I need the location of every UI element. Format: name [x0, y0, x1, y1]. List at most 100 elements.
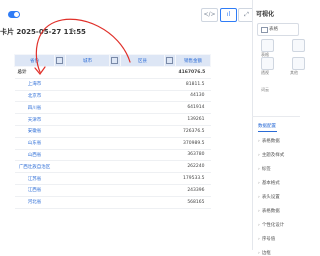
province-cell: 山东省 — [14, 137, 55, 150]
empty-cell — [109, 149, 121, 162]
vis-type-table[interactable] — [261, 39, 274, 52]
empty-cell — [109, 101, 121, 115]
header-city[interactable]: 城市 — [65, 54, 110, 67]
chevron-right-icon: › — [258, 167, 260, 172]
empty-cell — [54, 160, 66, 174]
header-expand[interactable] — [164, 54, 176, 67]
edit-title-icon[interactable]: ✎ — [70, 27, 76, 35]
table-row: 安徽省 726376.5 — [14, 125, 211, 138]
empty-cell — [65, 113, 110, 126]
tab-data-config[interactable]: 数据配置 — [258, 123, 276, 129]
empty-cell — [109, 172, 121, 185]
vis-type-pivot[interactable] — [292, 39, 305, 52]
total-value: 4167076.5 — [175, 66, 211, 79]
accordion-item[interactable]: › 个性化设计 — [258, 222, 284, 228]
province-cell: 上海市 — [14, 78, 55, 91]
vis-type-wordcloud[interactable] — [261, 57, 274, 70]
accordion-label: 序号值 — [261, 237, 276, 242]
table-row: 北京市 44130 — [14, 90, 211, 103]
accordion-item[interactable]: › 表格数据 — [258, 138, 280, 144]
header-district[interactable]: 区县 — [120, 54, 165, 67]
province-cell: 江西省 — [14, 184, 55, 197]
total-label: 总计 — [14, 66, 55, 79]
expand-icon — [110, 57, 118, 64]
empty-cell — [164, 149, 176, 162]
province-cell: 山西省 — [14, 149, 55, 162]
table-row: 山东省 370989.5 — [14, 137, 211, 150]
data-table: 省份 城市 区县 销售金额 总计 4167076.5 上海市 81811.5 北京市… — [14, 54, 211, 209]
table-row: 上海市 81811.5 — [14, 78, 211, 91]
empty-cell — [164, 137, 176, 150]
empty-cell — [164, 196, 176, 209]
province-cell: 四川省 — [14, 101, 55, 115]
empty-cell — [109, 113, 121, 126]
empty-cell — [120, 149, 165, 162]
accordion-item[interactable]: › 序号值 — [258, 236, 275, 242]
table-row: 天津市 139261 — [14, 113, 211, 126]
empty-cell — [65, 160, 110, 174]
empty-cell — [120, 196, 165, 209]
empty-cell — [54, 149, 66, 162]
table-row: 山西省 363780 — [14, 149, 211, 162]
empty-cell — [65, 137, 110, 150]
panel-title: 可视化 — [256, 11, 275, 18]
province-cell: 天津市 — [14, 113, 55, 126]
empty-cell — [54, 101, 66, 115]
sales-cell: 568165 — [175, 196, 211, 209]
total-row: 总计 4167076.5 — [14, 66, 211, 79]
accordion-item[interactable]: › 表格数据 — [258, 208, 280, 214]
header-expand[interactable] — [109, 54, 121, 67]
accordion-label: 基本格式 — [261, 181, 280, 186]
sales-cell: 726376.5 — [175, 125, 211, 138]
empty-cell — [109, 90, 121, 103]
sales-cell: 641914 — [175, 101, 211, 115]
view-toggle[interactable] — [8, 11, 20, 18]
empty-cell — [65, 78, 110, 91]
vis-type-other[interactable] — [292, 57, 305, 70]
empty-cell — [65, 101, 110, 115]
accordion-item[interactable]: › 边框 — [258, 250, 271, 256]
empty-cell — [65, 184, 110, 197]
chevron-right-icon: › — [258, 209, 260, 214]
code-view-button[interactable]: </> — [201, 8, 218, 22]
sales-cell: 243396 — [175, 184, 211, 197]
empty-cell — [120, 172, 165, 185]
empty-cell — [164, 125, 176, 138]
sales-cell: 179533.5 — [175, 172, 211, 185]
chevron-right-icon: › — [258, 139, 260, 144]
empty-cell — [54, 196, 66, 209]
empty-cell — [164, 90, 176, 103]
header-province[interactable]: 省份 — [14, 54, 55, 67]
sales-cell: 81811.5 — [175, 78, 211, 91]
empty-cell — [120, 160, 165, 174]
empty-cell — [54, 125, 66, 138]
empty-cell — [120, 78, 165, 91]
sales-cell: 139261 — [175, 113, 211, 126]
accordion-item[interactable]: › 表头设置 — [258, 194, 280, 200]
vis-type-label: 词云 — [261, 87, 269, 92]
accordion-item[interactable]: › 标签 — [258, 166, 271, 172]
empty-cell — [109, 137, 121, 150]
accordion-item[interactable]: › 基本格式 — [258, 180, 280, 186]
chevron-right-icon: › — [258, 153, 260, 158]
panel-divider — [252, 116, 300, 117]
province-cell: 河北省 — [14, 196, 55, 209]
empty-cell — [120, 113, 165, 126]
sales-cell: 262240 — [175, 160, 211, 174]
expand-icon — [165, 57, 173, 64]
chart-view-button[interactable]: ıl — [220, 8, 237, 22]
vis-type-label: 透视 — [261, 70, 269, 75]
accordion-item[interactable]: › 主题及样式 — [258, 152, 284, 158]
table-row: 江苏省 179533.5 — [14, 172, 211, 185]
empty-cell — [109, 160, 121, 174]
table-icon — [261, 27, 268, 33]
chevron-right-icon: › — [258, 251, 260, 256]
empty-cell — [109, 78, 121, 91]
header-sales[interactable]: 销售金额 — [175, 54, 211, 67]
accordion-label: 个性化设计 — [261, 223, 285, 228]
table-header-row: 省份 城市 区县 销售金额 — [14, 54, 211, 67]
chart-type-select[interactable]: 表格 — [257, 23, 299, 36]
province-cell: 北京市 — [14, 90, 55, 103]
empty-cell — [109, 125, 121, 138]
header-expand[interactable] — [54, 54, 66, 67]
